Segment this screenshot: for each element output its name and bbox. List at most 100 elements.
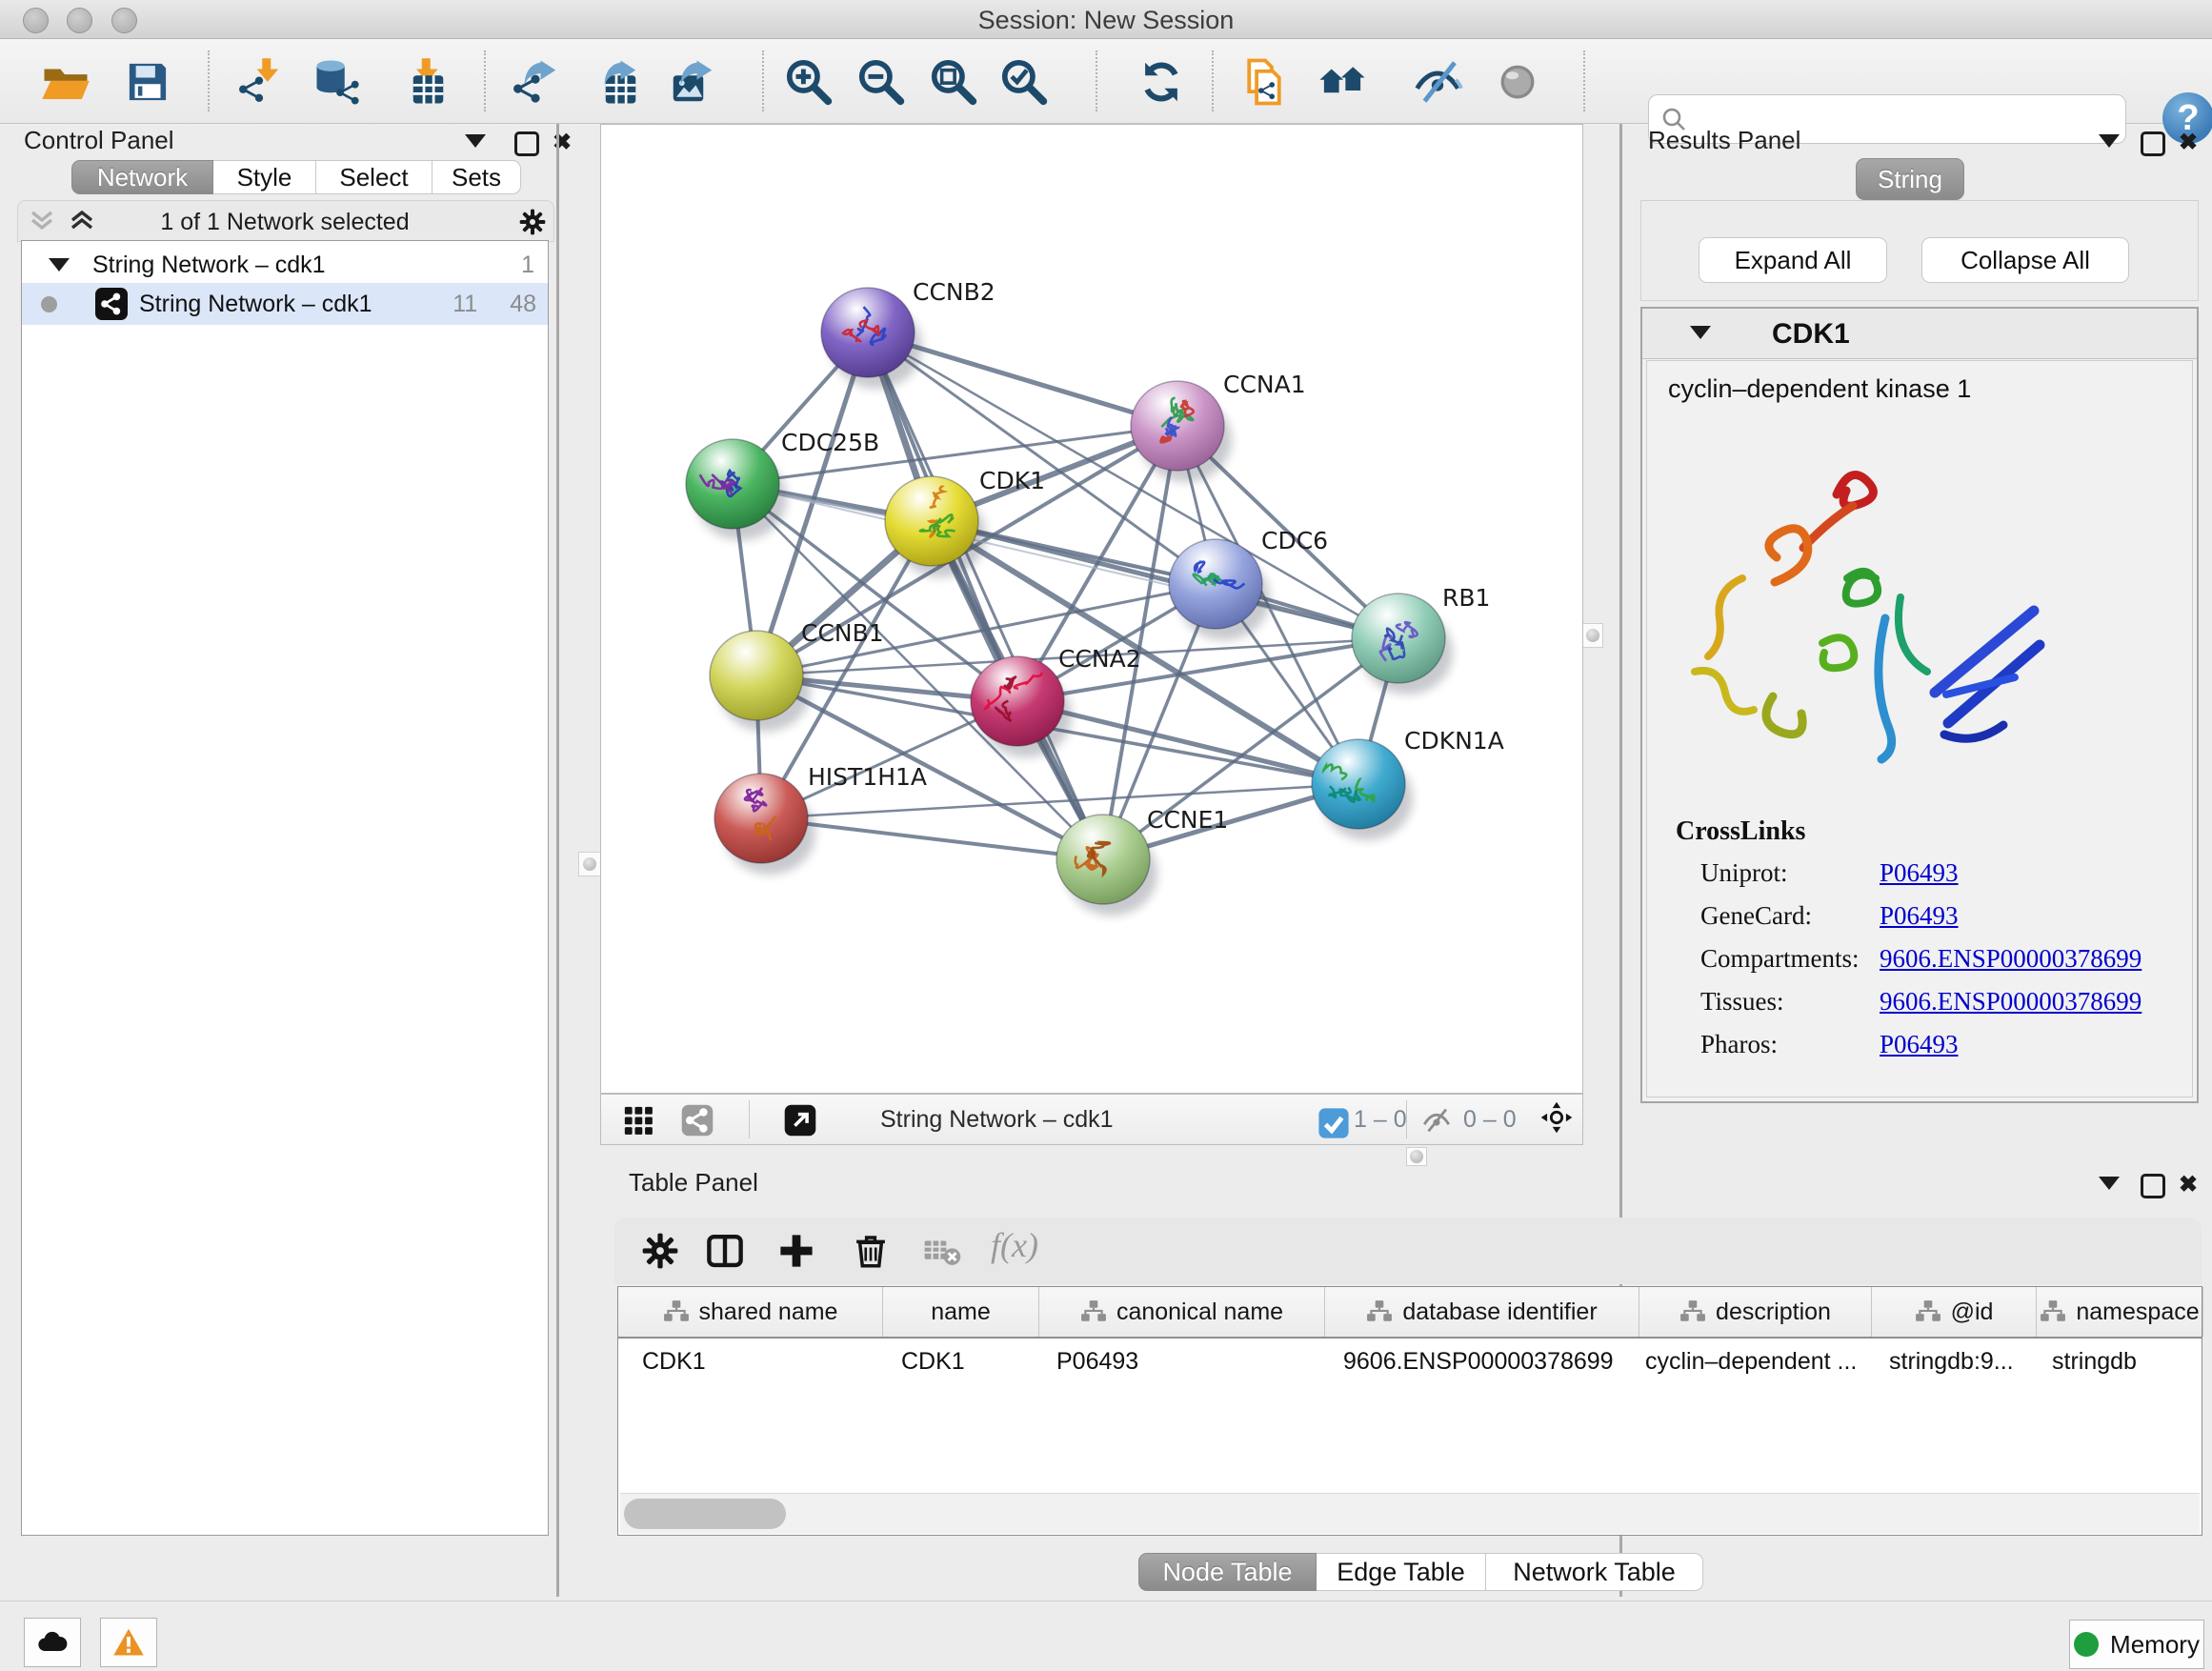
column-header--id[interactable]: @id [1872,1287,2037,1337]
network-options-gear-icon[interactable] [517,207,548,237]
network-node-CCNA2[interactable] [971,656,1064,746]
duplicate-network-button[interactable] [1238,56,1290,108]
expand-all-networks-icon[interactable] [30,211,54,232]
panel-menu-icon[interactable] [465,134,486,148]
function-builder-icon[interactable]: f(x) [991,1225,1038,1265]
table-cell[interactable]: P06493 [1039,1340,1342,1382]
tab-node-table[interactable]: Node Table [1138,1553,1317,1591]
column-header-database-identifier[interactable]: database identifier [1325,1287,1639,1337]
close-panel-icon[interactable]: ✖ [2179,1174,2198,1197]
first-neighbors-button[interactable] [1317,56,1368,108]
network-tree-row[interactable]: String Network – cdk1 11 48 [22,283,548,325]
import-network-button[interactable] [234,56,286,108]
show-columns-icon[interactable] [705,1231,745,1271]
network-node-HIST1H1A[interactable] [714,774,808,863]
tab-sets[interactable]: Sets [432,160,521,194]
table-cell[interactable]: stringdb [2037,1340,2212,1382]
import-table-button[interactable] [398,56,450,108]
column-header-name[interactable]: name [883,1287,1039,1337]
crosslink-link[interactable]: P06493 [1880,901,1959,931]
float-panel-icon[interactable] [2141,131,2165,156]
collapse-all-button[interactable]: Collapse All [1921,237,2129,283]
collapse-section-icon[interactable] [1690,326,1711,339]
panel-menu-icon[interactable] [2099,134,2120,148]
column-header-namespace[interactable]: namespace [2037,1287,2203,1337]
column-header-description[interactable]: description [1639,1287,1872,1337]
table-options-gear-icon[interactable] [640,1231,680,1271]
table-cell[interactable]: 9606.ENSP00000378699 [1325,1340,1658,1382]
results-panel-title: Results Panel [1648,126,1800,155]
delete-table-icon[interactable] [922,1231,962,1271]
crosslink-link[interactable]: 9606.ENSP00000378699 [1880,987,2142,1017]
hide-selected-button[interactable] [1412,56,1463,108]
tab-string[interactable]: String [1856,158,1964,200]
grid-view-icon[interactable] [622,1104,654,1137]
column-header-shared-name[interactable]: shared name [618,1287,883,1337]
crosslink-link[interactable]: P06493 [1880,1030,1959,1059]
warning-icon [111,1625,146,1660]
horizontal-scrollbar[interactable] [620,1493,2200,1534]
float-panel-icon[interactable] [514,131,539,156]
open-file-button[interactable] [40,56,91,108]
import-database-button[interactable] [312,56,364,108]
crosslink-label: Tissues: [1700,987,1784,1017]
splitter-knob[interactable] [1406,1147,1427,1166]
export-image-button[interactable] [667,56,718,108]
add-column-icon[interactable] [776,1231,816,1271]
table-cell[interactable]: CDK1 [618,1340,907,1382]
toolbar-separator [484,50,486,111]
network-tree: String Network – cdk1 1 String Network –… [21,240,549,1536]
network-edge[interactable] [932,521,1398,638]
panel-menu-icon[interactable] [2099,1177,2120,1190]
left-splitter[interactable] [556,124,559,1597]
tab-select[interactable]: Select [316,160,432,194]
tab-style[interactable]: Style [213,160,316,194]
memory-button[interactable]: Memory [2069,1620,2204,1669]
warnings-button[interactable] [100,1618,157,1667]
crosslink-link[interactable]: 9606.ENSP00000378699 [1880,944,2142,974]
collapse-all-networks-icon[interactable] [70,211,94,232]
hidden-eye-icon[interactable] [1420,1104,1453,1137]
close-panel-icon[interactable]: ✖ [2179,131,2198,154]
export-view-icon[interactable] [784,1104,816,1137]
refresh-layout-button[interactable] [1136,56,1187,108]
tree-expand-icon[interactable] [49,258,70,272]
scrollbar-thumb[interactable] [624,1499,786,1529]
zoom-selected-button[interactable] [998,56,1050,108]
table-cell[interactable]: stringdb:9... [1872,1340,2054,1382]
destroy-view-icon[interactable] [681,1104,714,1137]
zoom-in-button[interactable] [783,56,835,108]
table-cell[interactable]: CDK1 [883,1340,1057,1382]
tab-network-table[interactable]: Network Table [1486,1553,1703,1591]
tab-network[interactable]: Network [71,160,213,194]
network-node-CCNE1[interactable] [1056,815,1150,904]
title-bar: Session: New Session [0,0,2212,39]
splitter-knob[interactable] [1581,623,1603,648]
export-network-button[interactable] [511,56,562,108]
zoom-fit-button[interactable] [928,56,979,108]
network-graph[interactable]: CCNB2CCNA1CDC25BCDK1CDC6RB1CCNB1CCNA2CDK… [601,125,1582,1093]
delete-column-icon[interactable] [851,1231,891,1271]
show-hidden-button[interactable] [1492,56,1543,108]
network-node-RB1[interactable] [1352,594,1445,683]
network-node-CCNA1[interactable] [1131,381,1224,471]
crosshair-icon[interactable] [1540,1101,1579,1139]
crosslink-link[interactable]: P06493 [1880,858,1959,888]
column-header-canonical-name[interactable]: canonical name [1039,1287,1325,1337]
cloud-button[interactable] [24,1618,81,1667]
node-section-header[interactable]: CDK1 [1642,309,2197,359]
selected-checkbox-icon[interactable] [1317,1107,1344,1134]
network-node-CCNB1[interactable] [710,631,803,720]
table-cell[interactable]: cyclin–dependent ... [1639,1340,1878,1382]
network-node-CCNB2[interactable] [821,288,915,377]
float-panel-icon[interactable] [2141,1174,2165,1198]
network-view-canvas[interactable]: CCNB2CCNA1CDC25BCDK1CDC6RB1CCNB1CCNA2CDK… [600,124,1583,1094]
export-table-button[interactable] [591,56,642,108]
splitter-knob[interactable] [578,852,601,876]
expand-all-button[interactable]: Expand All [1699,237,1887,283]
network-tree-root-row[interactable]: String Network – cdk1 1 [22,247,548,283]
zoom-out-button[interactable] [855,56,907,108]
save-session-button[interactable] [122,56,173,108]
tab-edge-table[interactable]: Edge Table [1317,1553,1486,1591]
toolbar-separator [1583,50,1585,111]
